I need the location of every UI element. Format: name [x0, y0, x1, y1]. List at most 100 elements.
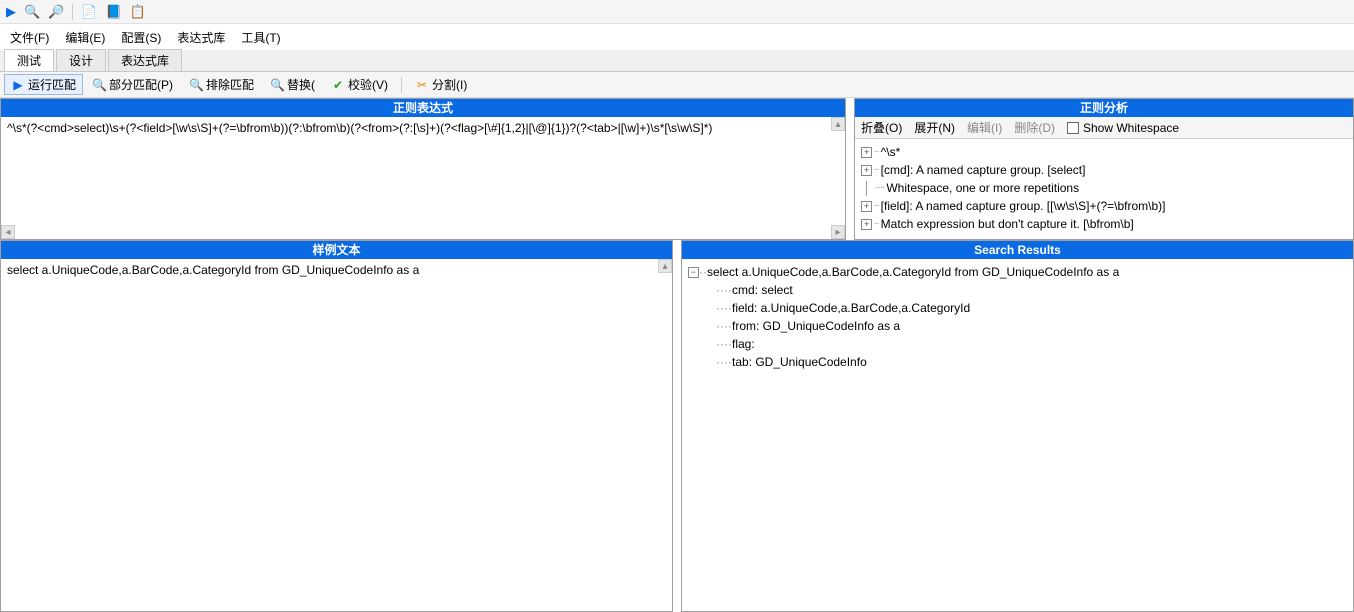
results-panel-title: Search Results [682, 241, 1353, 259]
analysis-panel-title: 正则分析 [855, 99, 1353, 117]
action-toolbar: ▶ 运行匹配 🔍 部分匹配(P) 🔍 排除匹配 🔍 替换( ✔ 校验(V) ✂ … [0, 72, 1354, 98]
tree-connector: ···· [716, 353, 732, 371]
split-label: 分割(I) [432, 76, 467, 93]
tree-connector: │ [861, 179, 873, 197]
regex-panel-body: ^\s*(?<cmd>select)\s+(?<field>[\w\s\S]+(… [1, 117, 845, 239]
expand-icon[interactable]: + [861, 201, 872, 212]
result-item-label: flag: [732, 335, 755, 353]
tab-library[interactable]: 表达式库 [108, 49, 182, 71]
expand-icon[interactable]: + [861, 165, 872, 176]
search-doc-icon[interactable]: 🔎 [48, 5, 64, 18]
expand-icon[interactable]: + [861, 147, 872, 158]
book-icon[interactable]: 📘 [106, 5, 122, 18]
play-icon[interactable]: ▶ [6, 5, 16, 18]
fold-button[interactable]: 折叠(O) [861, 119, 902, 136]
scroll-up-icon[interactable]: ▴ [658, 259, 672, 273]
analysis-tree: + ·· ^\s* + ·· [cmd]: A named capture gr… [855, 139, 1353, 237]
doc-icon[interactable]: 📄 [81, 5, 97, 18]
show-whitespace-label: Show Whitespace [1083, 121, 1179, 135]
checkbox-icon [1067, 122, 1079, 134]
tree-label: [field]: A named capture group. [[\w\s\S… [881, 197, 1166, 215]
analysis-toolbar: 折叠(O) 展开(N) 编辑(I) 删除(D) Show Whitespace [855, 117, 1353, 139]
search-icon: 🔍 [270, 78, 284, 92]
partial-match-label: 部分匹配(P) [109, 76, 173, 93]
search-icon[interactable]: 🔍 [24, 5, 40, 18]
tab-design[interactable]: 设计 [56, 49, 106, 71]
result-item[interactable]: ···· tab: GD_UniqueCodeInfo [688, 353, 1347, 371]
tree-label: Match expression but don't capture it. [… [881, 215, 1134, 233]
run-match-button[interactable]: ▶ 运行匹配 [4, 74, 83, 95]
check-icon: ✔ [331, 78, 345, 92]
tree-connector: ···· [875, 179, 884, 197]
replace-button[interactable]: 🔍 替换( [263, 74, 322, 95]
verify-button[interactable]: ✔ 校验(V) [324, 74, 395, 95]
analysis-panel: 正则分析 折叠(O) 展开(N) 编辑(I) 删除(D) Show Whites… [854, 98, 1354, 240]
scissors-icon: ✂ [415, 78, 429, 92]
verify-label: 校验(V) [348, 76, 388, 93]
tree-connector: ···· [716, 281, 732, 299]
menu-file[interactable]: 文件(F) [10, 29, 49, 46]
sample-panel-body: select a.UniqueCode,a.BarCode,a.Category… [1, 259, 672, 611]
sample-panel-title: 样例文本 [1, 241, 672, 259]
regex-panel-title: 正则表达式 [1, 99, 845, 117]
search-icon: 🔍 [92, 78, 106, 92]
tree-connector: ·· [699, 263, 707, 281]
show-whitespace-checkbox[interactable]: Show Whitespace [1067, 121, 1179, 135]
result-root-label: select a.UniqueCode,a.BarCode,a.Category… [707, 263, 1119, 281]
tree-node[interactable]: + ·· Match expression but don't capture … [861, 215, 1347, 233]
results-panel-body: − ·· select a.UniqueCode,a.BarCode,a.Cat… [682, 259, 1353, 611]
main-menu: 文件(F) 编辑(E) 配置(S) 表达式库 工具(T) [0, 24, 1354, 50]
collapse-icon[interactable]: − [688, 267, 699, 278]
search-icon: 🔍 [189, 78, 203, 92]
tree-connector: ···· [716, 335, 732, 353]
scroll-left-icon[interactable]: ◂ [1, 225, 15, 239]
tree-connector: ·· [874, 143, 879, 161]
tree-label: ^\s* [881, 143, 901, 161]
result-item[interactable]: ···· field: a.UniqueCode,a.BarCode,a.Cat… [688, 299, 1347, 317]
menu-config[interactable]: 配置(S) [121, 29, 161, 46]
tree-connector: ···· [716, 299, 732, 317]
sample-text-input[interactable]: select a.UniqueCode,a.BarCode,a.Category… [1, 259, 672, 281]
scroll-right-icon[interactable]: ▸ [831, 225, 845, 239]
tree-node[interactable]: + ·· [field]: A named capture group. [[\… [861, 197, 1347, 215]
exclude-match-button[interactable]: 🔍 排除匹配 [182, 74, 261, 95]
tab-test[interactable]: 测试 [4, 49, 54, 71]
tree-node[interactable]: + ·· ^\s* [861, 143, 1347, 161]
separator [401, 77, 402, 93]
partial-match-button[interactable]: 🔍 部分匹配(P) [85, 74, 180, 95]
result-item[interactable]: ···· cmd: select [688, 281, 1347, 299]
split-button[interactable]: ✂ 分割(I) [408, 74, 474, 95]
tree-label: Whitespace, one or more repetitions [886, 179, 1079, 197]
result-item[interactable]: ···· flag: [688, 335, 1347, 353]
top-icon-toolbar: ▶ 🔍 🔎 📄 📘 📋 [0, 0, 1354, 24]
result-item-label: cmd: select [732, 281, 793, 299]
result-root[interactable]: − ·· select a.UniqueCode,a.BarCode,a.Cat… [688, 263, 1347, 281]
tree-node[interactable]: + ·· [cmd]: A named capture group. [sele… [861, 161, 1347, 179]
tree-connector: ···· [716, 317, 732, 335]
tree-connector: ·· [874, 161, 879, 179]
result-item-label: from: GD_UniqueCodeInfo as a [732, 317, 900, 335]
regex-input[interactable]: ^\s*(?<cmd>select)\s+(?<field>[\w\s\S]+(… [1, 117, 845, 139]
result-item-label: field: a.UniqueCode,a.BarCode,a.Category… [732, 299, 970, 317]
delete-button: 删除(D) [1014, 119, 1055, 136]
tree-label: [cmd]: A named capture group. [select] [881, 161, 1086, 179]
tree-node[interactable]: │ ···· Whitespace, one or more repetitio… [861, 179, 1347, 197]
expand-icon[interactable]: + [861, 219, 872, 230]
menu-library[interactable]: 表达式库 [177, 29, 225, 46]
menu-edit[interactable]: 编辑(E) [65, 29, 105, 46]
replace-label: 替换( [287, 76, 315, 93]
results-tree: − ·· select a.UniqueCode,a.BarCode,a.Cat… [682, 259, 1353, 375]
tab-strip: 测试 设计 表达式库 [0, 50, 1354, 72]
scroll-up-icon[interactable]: ▴ [831, 117, 845, 131]
result-item-label: tab: GD_UniqueCodeInfo [732, 353, 867, 371]
lower-split: 样例文本 select a.UniqueCode,a.BarCode,a.Cat… [0, 240, 1354, 612]
sample-panel: 样例文本 select a.UniqueCode,a.BarCode,a.Cat… [0, 240, 673, 612]
menu-tools[interactable]: 工具(T) [241, 29, 280, 46]
expand-button[interactable]: 展开(N) [914, 119, 955, 136]
upper-split: 正则表达式 ^\s*(?<cmd>select)\s+(?<field>[\w\… [0, 98, 1354, 240]
results-panel: Search Results − ·· select a.UniqueCode,… [681, 240, 1354, 612]
clipboard-icon[interactable]: 📋 [130, 5, 146, 18]
result-item[interactable]: ···· from: GD_UniqueCodeInfo as a [688, 317, 1347, 335]
tree-connector: ·· [874, 215, 879, 233]
regex-panel: 正则表达式 ^\s*(?<cmd>select)\s+(?<field>[\w\… [0, 98, 846, 240]
